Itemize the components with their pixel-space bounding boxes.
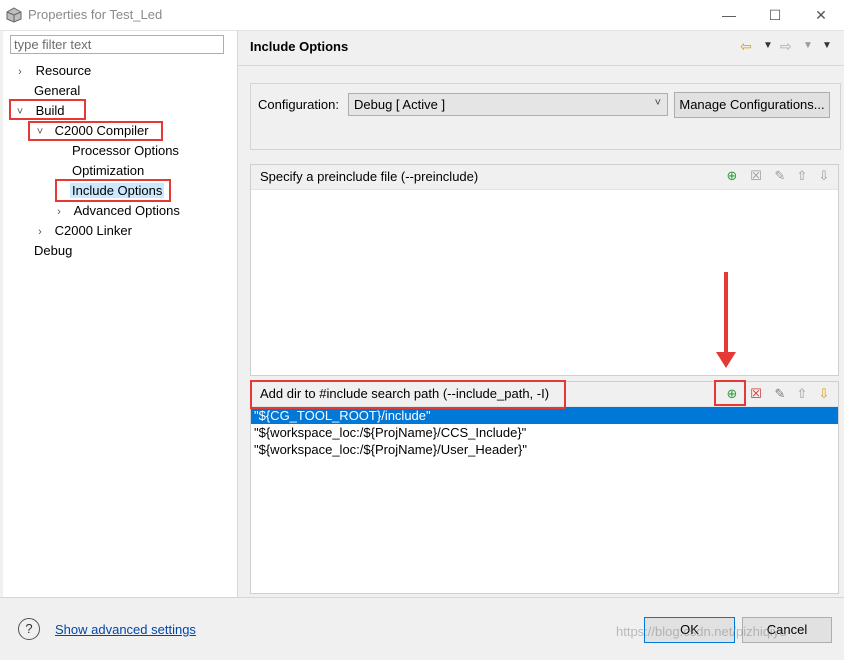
- annotation-box-compiler: [28, 121, 163, 141]
- tree-label: General: [34, 83, 81, 98]
- move-up-icon[interactable]: ⇧: [794, 168, 810, 184]
- tree-label: C2000 Linker: [54, 223, 132, 238]
- tree-label: Advanced Options: [73, 203, 180, 218]
- forward-arrow-icon[interactable]: ⇨: [780, 38, 792, 55]
- tree-item-resource[interactable]: › Resource: [14, 62, 91, 80]
- chevron-down-icon[interactable]: ˅: [655, 97, 661, 109]
- annotation-box-add-button: [714, 380, 746, 406]
- list-item[interactable]: "${workspace_loc:/${ProjName}/CCS_Includ…: [251, 424, 838, 441]
- annotation-arrow-head: [716, 352, 736, 368]
- configuration-select[interactable]: Debug [ Active ] ˅: [348, 93, 668, 116]
- list-item[interactable]: "${workspace_loc:/${ProjName}/User_Heade…: [251, 441, 838, 458]
- close-icon[interactable]: ✕: [798, 0, 844, 30]
- maximize-icon[interactable]: ☐: [752, 0, 798, 30]
- delete-icon[interactable]: ☒: [748, 386, 764, 402]
- edit-icon[interactable]: ✎: [772, 168, 788, 184]
- page-title: Include Options: [250, 39, 349, 54]
- back-dropdown-icon[interactable]: ▼: [763, 40, 773, 51]
- watermark: https://blog.csdn.net/pizhiqiyu: [616, 624, 787, 639]
- forward-dropdown-icon[interactable]: ▼: [803, 40, 813, 51]
- annotation-box-include-path-header: [250, 380, 566, 409]
- configuration-label: Configuration:: [258, 97, 339, 112]
- configuration-value: Debug [ Active ]: [354, 97, 446, 112]
- edit-icon[interactable]: ✎: [772, 386, 788, 402]
- tree-item-debug[interactable]: Debug: [34, 242, 72, 260]
- show-advanced-settings-link[interactable]: Show advanced settings: [55, 622, 196, 637]
- chevron-right-icon[interactable]: ›: [53, 203, 65, 221]
- preinclude-list[interactable]: [251, 190, 838, 376]
- list-item[interactable]: "${CG_TOOL_ROOT}/include": [251, 407, 838, 424]
- manage-configurations-button[interactable]: Manage Configurations...: [674, 92, 830, 118]
- annotation-box-build: [9, 99, 86, 120]
- tree-label: Processor Options: [72, 143, 179, 158]
- tree-label: Optimization: [72, 163, 145, 178]
- chevron-right-icon[interactable]: ›: [34, 223, 46, 241]
- filter-input[interactable]: type filter text: [10, 35, 224, 54]
- tree-label: Debug: [34, 243, 73, 258]
- tree-item-processor-options[interactable]: Processor Options: [72, 142, 179, 160]
- move-down-icon[interactable]: ⇩: [816, 168, 832, 184]
- annotation-arrow: [724, 272, 728, 356]
- header-divider: [238, 65, 844, 66]
- footer-divider: [0, 597, 844, 598]
- tree-item-advanced-options[interactable]: › Advanced Options: [53, 202, 180, 220]
- tree-item-general[interactable]: General: [34, 82, 80, 100]
- minimize-icon[interactable]: —: [706, 0, 752, 30]
- annotation-box-include-options: [55, 179, 171, 202]
- add-icon[interactable]: ⊕: [724, 168, 740, 184]
- eclipse-app-icon: [6, 7, 22, 23]
- include-path-section: Add dir to #include search path (--inclu…: [250, 381, 839, 594]
- move-up-icon[interactable]: ⇧: [794, 386, 810, 402]
- tree-item-optimization[interactable]: Optimization: [72, 162, 144, 180]
- help-icon[interactable]: ?: [18, 618, 40, 640]
- include-path-list[interactable]: "${CG_TOOL_ROOT}/include" "${workspace_l…: [251, 407, 838, 458]
- menu-icon[interactable]: ▼: [822, 40, 832, 51]
- window-title: Properties for Test_Led: [28, 7, 163, 22]
- delete-icon[interactable]: ☒: [748, 168, 764, 184]
- back-arrow-icon[interactable]: ⇦: [740, 38, 752, 55]
- tree-item-c2000-linker[interactable]: › C2000 Linker: [34, 222, 132, 240]
- tree-label: Resource: [35, 63, 92, 78]
- preinclude-section: Specify a preinclude file (--preinclude): [250, 164, 839, 376]
- move-down-icon[interactable]: ⇩: [816, 386, 832, 402]
- chevron-right-icon[interactable]: ›: [14, 63, 26, 81]
